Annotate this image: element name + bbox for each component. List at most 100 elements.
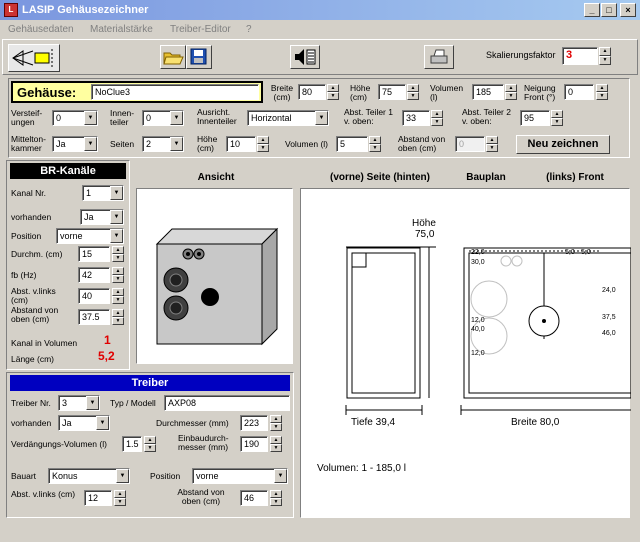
br-abstl-stepper[interactable]: ▲ ▼ [112,288,124,304]
br-durchm-input[interactable]: 15 [78,246,110,262]
br-durchm-label: Durchm. (cm) [11,249,63,259]
abstand-stepper[interactable]: ▲ ▼ [486,136,498,152]
treiber-vorh-value: Ja [62,418,72,428]
chevron-down-icon: ▼ [110,210,123,224]
treiber-absto-input[interactable]: 46 [240,490,268,506]
treiber-pos-select[interactable]: vorne ▼ [192,468,288,484]
treiber-bauart-value: Konus [52,471,78,481]
br-pos-label: Position [11,231,42,241]
ausricht-select[interactable]: Horizontal ▼ [247,110,329,126]
br-absto-stepper[interactable]: ▲ ▼ [112,309,124,325]
open-folder-icon[interactable] [160,45,186,69]
treiber-absto-stepper[interactable]: ▲ ▼ [270,490,282,506]
abstand-label: Abstand von oben (cm) [398,134,446,153]
breite-stepper[interactable]: ▲ ▼ [327,84,339,100]
abst2-input[interactable]: 95 [520,110,550,126]
br-abstl-input[interactable]: 40 [78,288,110,304]
seiten-select[interactable]: 2 ▼ [142,136,184,152]
print-icon[interactable] [424,45,454,69]
chevron-down-icon: ▼ [84,111,97,125]
treiber-einbau-input[interactable]: 190 [240,436,268,452]
view-bauplan: Bauplan [466,172,506,183]
mittel-label: Mittelton- kammer [11,134,46,153]
treiber-abstl-input[interactable]: 12 [84,490,112,506]
treiber-bauart-label: Bauart [11,471,37,481]
treiber-bauart-select[interactable]: Konus ▼ [48,468,130,484]
br-kanal-label: Kanal Nr. [11,188,46,198]
breite-label: Breite (cm) [270,83,294,102]
dim-22: 22,0 [471,249,485,256]
neigung-stepper[interactable]: ▲ ▼ [596,84,608,100]
breite-input[interactable]: 80 [298,84,326,100]
mittel-select[interactable]: Ja ▼ [52,136,98,152]
treiber-vorh-select[interactable]: Ja ▼ [58,415,110,431]
menu-treiber-editor[interactable]: Treiber-Editor [170,24,231,35]
abst2-stepper[interactable]: ▲ ▼ [551,110,563,126]
abst1-stepper[interactable]: ▲ ▼ [431,110,443,126]
br-kanal-select[interactable]: 1 ▼ [82,185,124,201]
menu-gehaeusedaten[interactable]: Gehäusedaten [8,24,74,35]
treiber-durchm-input[interactable]: 223 [240,415,268,431]
row3-hoehe-input[interactable]: 10 [226,136,256,152]
maximize-button[interactable]: □ [601,3,617,17]
br-abstl-label: Abst. v.links (cm) [11,286,56,305]
treiber-header: Treiber [10,375,290,391]
treiber-nr-select[interactable]: 3 ▼ [58,395,100,411]
br-vorh-label: vorhanden [11,212,52,222]
br-absto-input[interactable]: 37.5 [78,309,110,325]
scale-input[interactable]: 3 [562,47,598,65]
seiten-value: 2 [146,139,152,149]
menu-help[interactable]: ? [246,24,252,35]
versteif-select[interactable]: 0 ▼ [52,110,98,126]
br-vorh-select[interactable]: Ja ▼ [80,209,124,225]
volumen-stepper[interactable]: ▲ ▼ [505,84,517,100]
br-fb-stepper[interactable]: ▲ ▼ [112,267,124,283]
menu-materialstaerke[interactable]: Materialstärke [90,24,153,35]
minimize-button[interactable]: _ [584,3,600,17]
dim-5a: 5,0 [565,249,575,256]
row3-vol-input[interactable]: 5 [336,136,368,152]
br-vorh-value: Ja [84,212,94,222]
row3-vol-stepper[interactable]: ▲ ▼ [369,136,381,152]
speaker-mode-icon[interactable] [8,44,60,72]
treiber-einbau-stepper[interactable]: ▲ ▼ [270,436,282,452]
treiber-pos-value: vorne [196,471,219,481]
volumen-input[interactable]: 185 [472,84,504,100]
innen-select[interactable]: 0 ▼ [142,110,184,126]
br-fb-input[interactable]: 42 [78,267,110,283]
versteif-value: 0 [56,113,62,123]
hoehe-stepper[interactable]: ▲ ▼ [407,84,419,100]
br-absto-label: Abstand von oben (cm) [11,305,59,324]
row3-hoehe-stepper[interactable]: ▲ ▼ [257,136,269,152]
br-laenge-value: 5,2 [98,349,115,363]
scale-stepper[interactable]: ▲ ▼ [599,47,611,65]
abst1-input[interactable]: 33 [402,110,430,126]
neu-zeichnen-button[interactable]: Neu zeichnen [516,135,610,154]
app-icon: L [4,3,18,17]
menu-bar: Gehäusedaten Materialstärke Treiber-Edit… [0,20,640,38]
view-seite: (vorne) Seite (hinten) [329,172,430,183]
br-pos-select[interactable]: vorne ▼ [56,228,124,244]
neigung-input[interactable]: 0 [564,84,594,100]
breite-caption: Breite 80,0 [511,417,560,428]
dim-30: 30,0 [471,259,485,266]
chevron-down-icon: ▼ [315,111,328,125]
abstand-input[interactable]: 0 [455,136,485,152]
treiber-abstl-stepper[interactable]: ▲ ▼ [114,490,126,506]
treiber-nr-label: Treiber Nr. [11,398,51,408]
close-button[interactable]: × [620,3,636,17]
treiber-nr-value: 3 [62,398,68,408]
treiber-durchm-stepper[interactable]: ▲ ▼ [270,415,282,431]
treiber-verd-input[interactable]: 1.5 [122,436,142,452]
treiber-absto-label: Abstand von oben (cm) [177,487,225,506]
br-durchm-stepper[interactable]: ▲ ▼ [112,246,124,262]
save-icon[interactable] [186,45,212,69]
treiber-typ-input[interactable]: AXP08 [164,395,290,411]
hoehe-label: Höhe (cm) [350,83,371,102]
hoehe-input[interactable]: 75 [378,84,406,100]
br-kvol-label: Kanal in Volumen [11,338,78,348]
speaker-list-icon[interactable] [290,45,320,69]
treiber-verd-stepper[interactable]: ▲ ▼ [144,436,156,452]
ansicht-canvas [136,188,293,364]
gehaeuse-name-input[interactable]: NoClue3 [91,84,259,100]
